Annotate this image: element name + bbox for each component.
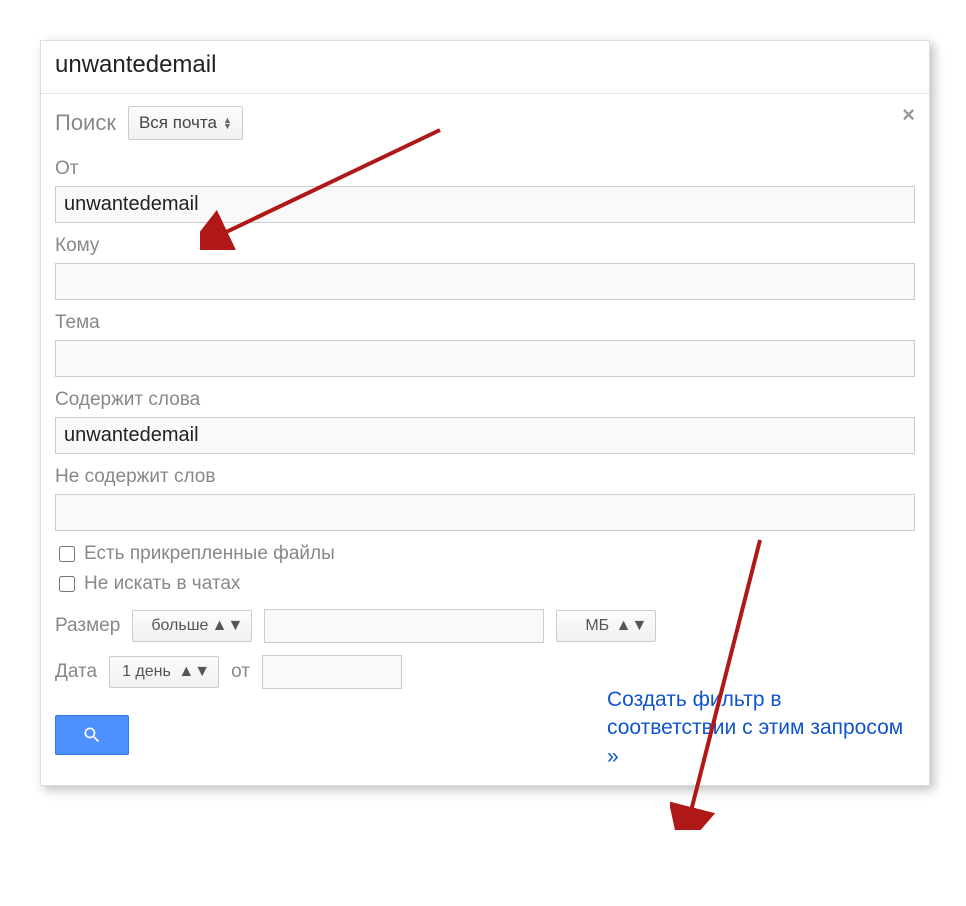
updown-icon: ▲▼ [178, 663, 210, 681]
search-scope-value: Вся почта [139, 113, 217, 133]
size-unit-value: МБ [585, 617, 609, 635]
to-input[interactable] [55, 263, 915, 300]
size-op-select[interactable]: больше ▲▼ [132, 610, 252, 642]
not-words-input[interactable] [55, 494, 915, 531]
date-from-input[interactable] [262, 655, 402, 689]
advanced-search-panel: unwantedemail × Поиск Вся почта ▲▼ От Ко… [40, 40, 930, 786]
no-chats-label: Не искать в чатах [84, 573, 240, 595]
search-scope-row: Поиск Вся почта ▲▼ [55, 106, 915, 140]
updown-icon: ▲▼ [212, 617, 244, 635]
subject-input[interactable] [55, 340, 915, 377]
create-filter-link[interactable]: Создать фильтр в соответствии с этим зап… [607, 686, 907, 771]
subject-row: Тема [55, 312, 915, 377]
no-chats-checkbox[interactable] [59, 576, 75, 592]
no-chats-check-row: Не искать в чатах [55, 573, 915, 595]
attachments-checkbox[interactable] [59, 546, 75, 562]
date-from-label: от [231, 661, 250, 683]
search-label: Поиск [55, 110, 116, 136]
has-words-label: Содержит слова [55, 389, 200, 411]
size-label: Размер [55, 615, 120, 637]
updown-icon: ▲▼ [616, 617, 648, 635]
has-words-row: Содержит слова [55, 389, 915, 454]
subject-label: Тема [55, 312, 100, 334]
has-words-input[interactable] [55, 417, 915, 454]
size-value-input[interactable] [264, 609, 544, 643]
panel-body: × Поиск Вся почта ▲▼ От Кому Тема Содерж… [41, 94, 929, 785]
date-label: Дата [55, 661, 97, 683]
attachments-label: Есть прикрепленные файлы [84, 543, 335, 565]
from-input[interactable] [55, 186, 915, 223]
search-scope-select[interactable]: Вся почта ▲▼ [128, 106, 243, 140]
size-row: Размер больше ▲▼ МБ ▲▼ [55, 609, 915, 643]
date-range-select[interactable]: 1 день ▲▼ [109, 656, 219, 688]
date-row: Дата 1 день ▲▼ от [55, 655, 915, 689]
size-op-value: больше [151, 617, 208, 635]
date-range-value: 1 день [122, 663, 171, 681]
not-words-label: Не содержит слов [55, 466, 215, 488]
size-unit-select[interactable]: МБ ▲▼ [556, 610, 656, 642]
from-label: От [55, 158, 78, 180]
magnifier-icon [82, 725, 102, 745]
close-icon[interactable]: × [902, 104, 915, 126]
search-button[interactable] [55, 715, 129, 755]
attachments-check-row: Есть прикрепленные файлы [55, 543, 915, 565]
to-row: Кому [55, 235, 915, 300]
updown-icon: ▲▼ [223, 117, 232, 129]
to-label: Кому [55, 235, 99, 257]
panel-title: unwantedemail [41, 41, 929, 94]
from-row: От [55, 158, 915, 223]
not-words-row: Не содержит слов [55, 466, 915, 531]
